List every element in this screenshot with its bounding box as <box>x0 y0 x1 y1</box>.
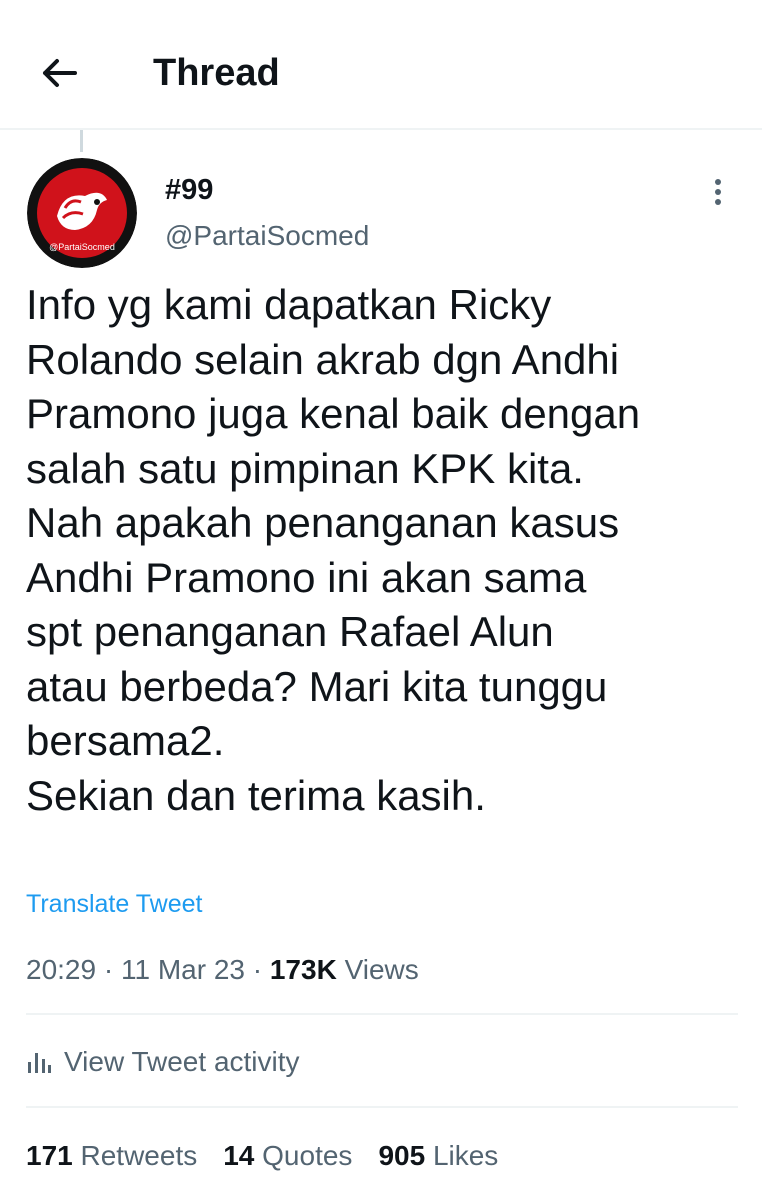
arrow-left-icon <box>43 59 77 87</box>
page-title: Thread <box>153 52 280 94</box>
back-button[interactable] <box>36 50 82 96</box>
author-handle[interactable]: @PartaiSocmed <box>165 218 369 254</box>
divider <box>26 1013 738 1015</box>
tweet-time[interactable]: 20:29 <box>26 954 96 985</box>
quotes-count: 14 <box>223 1140 255 1171</box>
views-count: 173K <box>269 954 337 985</box>
tweet-meta: 20:29 · 11 Mar 23 · 173K Views <box>26 952 419 988</box>
meta-separator: · <box>103 954 114 985</box>
more-vertical-icon <box>715 179 721 205</box>
quotes-label: Quotes <box>262 1140 353 1171</box>
top-bar: Thread <box>0 0 762 130</box>
view-tweet-activity-label: View Tweet activity <box>64 1046 300 1077</box>
tweet-date[interactable]: 11 Mar 23 <box>121 954 245 985</box>
likes-stat[interactable]: 905 Likes <box>378 1140 498 1172</box>
divider <box>26 1106 738 1108</box>
more-options-button[interactable] <box>700 170 736 214</box>
retweets-label: Retweets <box>80 1140 198 1171</box>
likes-count: 905 <box>378 1140 426 1171</box>
views-label: Views <box>344 954 419 985</box>
tweet-stats: 171 Retweets 14 Quotes 905 Likes <box>26 1136 524 1176</box>
bar-chart-icon <box>26 1049 52 1075</box>
retweets-stat[interactable]: 171 Retweets <box>26 1140 197 1172</box>
likes-label: Likes <box>432 1140 499 1171</box>
thread-connector-line <box>80 130 83 152</box>
author-name[interactable]: #99 <box>165 172 213 208</box>
translate-tweet-link[interactable]: Translate Tweet <box>26 888 202 920</box>
view-tweet-activity-button[interactable]: View Tweet activity <box>26 1043 300 1081</box>
quotes-stat[interactable]: 14 Quotes <box>223 1140 352 1172</box>
avatar[interactable]: @PartaiSocmed <box>27 158 137 268</box>
tweet-text: Info yg kami dapatkan Ricky Rolando sela… <box>26 281 641 819</box>
partai-socmed-logo: @PartaiSocmed <box>27 158 137 268</box>
svg-text:@PartaiSocmed: @PartaiSocmed <box>49 242 115 252</box>
meta-separator: · <box>252 954 263 985</box>
retweets-count: 171 <box>26 1140 73 1171</box>
